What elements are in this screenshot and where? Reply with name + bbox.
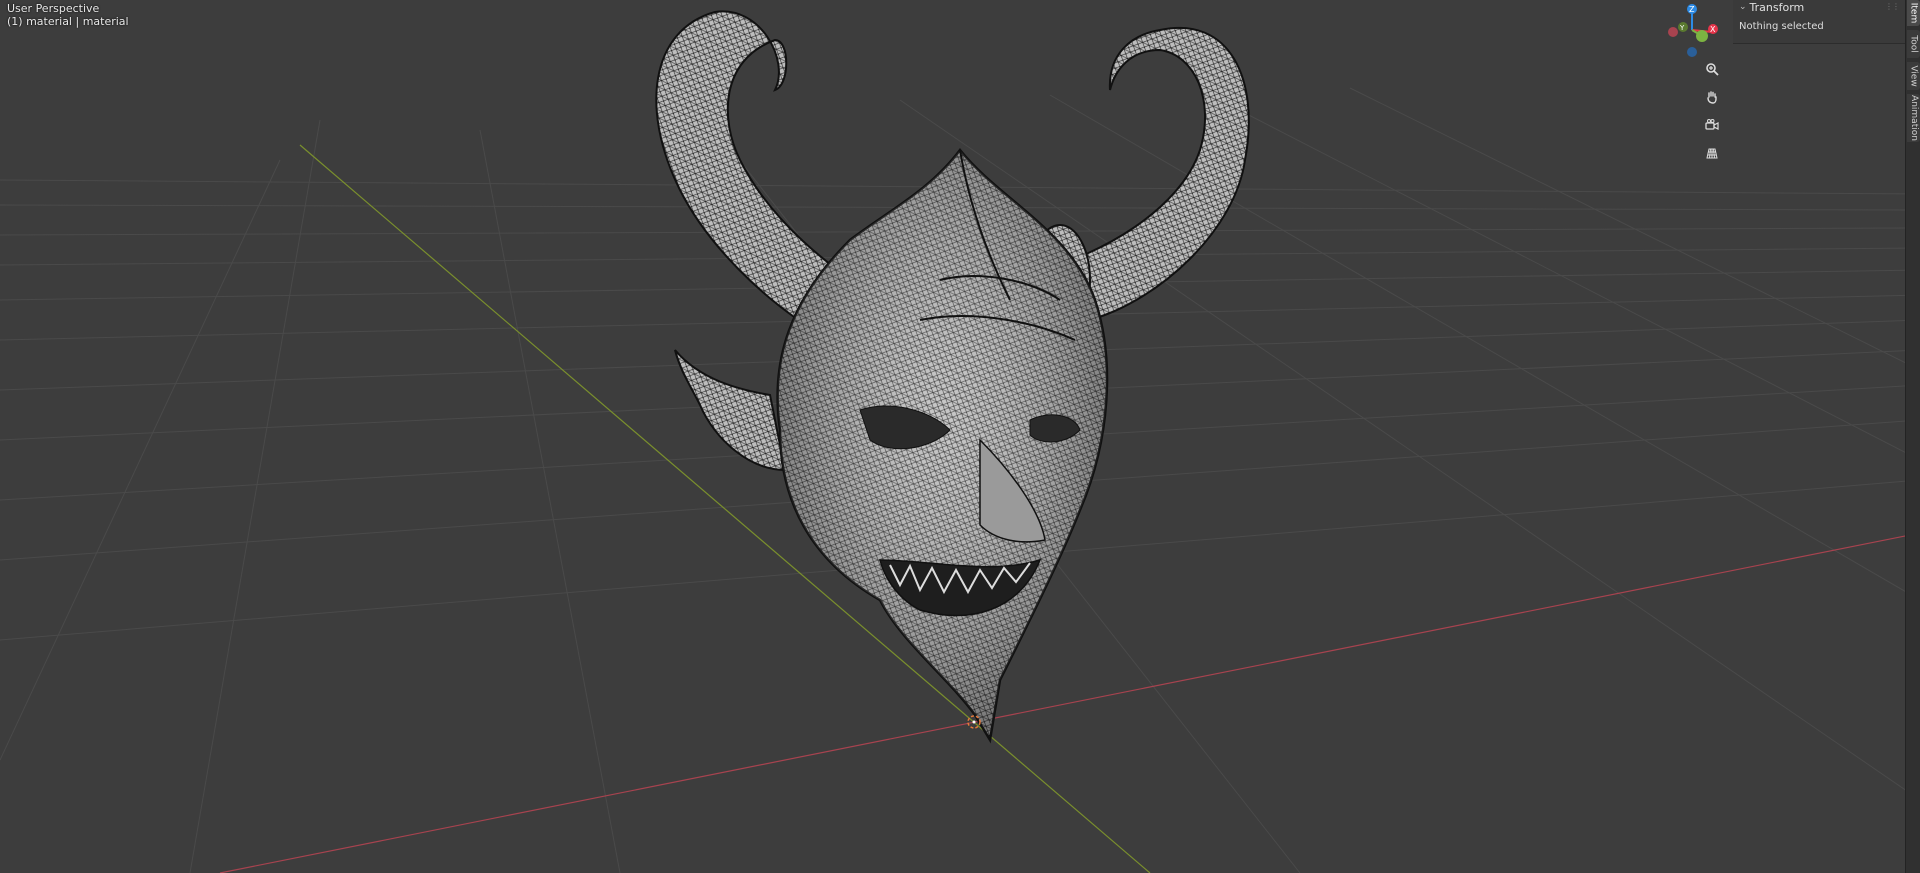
properties-sidebar: ⌄ Transform ⋮⋮ Nothing selected (1733, 0, 1905, 44)
svg-text:Z: Z (1689, 5, 1695, 14)
3d-viewport[interactable]: Z X Y User Perspective (1) material | ma… (0, 0, 1920, 873)
x-axis-line (219, 532, 1920, 873)
tab-item[interactable]: Item (1907, 0, 1920, 26)
transform-panel-header[interactable]: ⌄ Transform (1739, 0, 1804, 14)
gizmo-neg-x-handle (1668, 27, 1678, 37)
svg-text:X: X (1710, 25, 1716, 34)
tab-view[interactable]: View (1907, 62, 1920, 90)
viewport-nav-tools (1701, 58, 1727, 170)
svg-text:Y: Y (1679, 24, 1685, 32)
demon-head-mesh (655, 10, 1250, 744)
viewport-canvas[interactable]: Z X Y (0, 0, 1920, 873)
camera-icon[interactable] (1701, 114, 1723, 136)
object-info-label: (1) material | material (7, 15, 129, 28)
sidebar-tabs: Item Tool View Animation (1905, 0, 1920, 873)
hand-pan-icon[interactable] (1701, 86, 1723, 108)
transform-panel-title: Transform (1749, 0, 1805, 14)
view-name-label: User Perspective (7, 2, 100, 15)
zoom-icon[interactable] (1701, 58, 1723, 80)
chevron-down-icon: ⌄ (1739, 2, 1747, 12)
tab-animation[interactable]: Animation (1907, 94, 1920, 142)
navigation-gizmo[interactable]: Z X Y (1668, 4, 1718, 57)
transform-panel-content: Nothing selected (1739, 21, 1824, 32)
gizmo-y-handle (1696, 30, 1708, 42)
grid-perspective-icon[interactable] (1701, 142, 1723, 164)
gizmo-neg-z-handle (1687, 47, 1697, 57)
drag-grip-icon[interactable]: ⋮⋮ (1885, 2, 1900, 11)
tab-tool[interactable]: Tool (1907, 30, 1920, 58)
